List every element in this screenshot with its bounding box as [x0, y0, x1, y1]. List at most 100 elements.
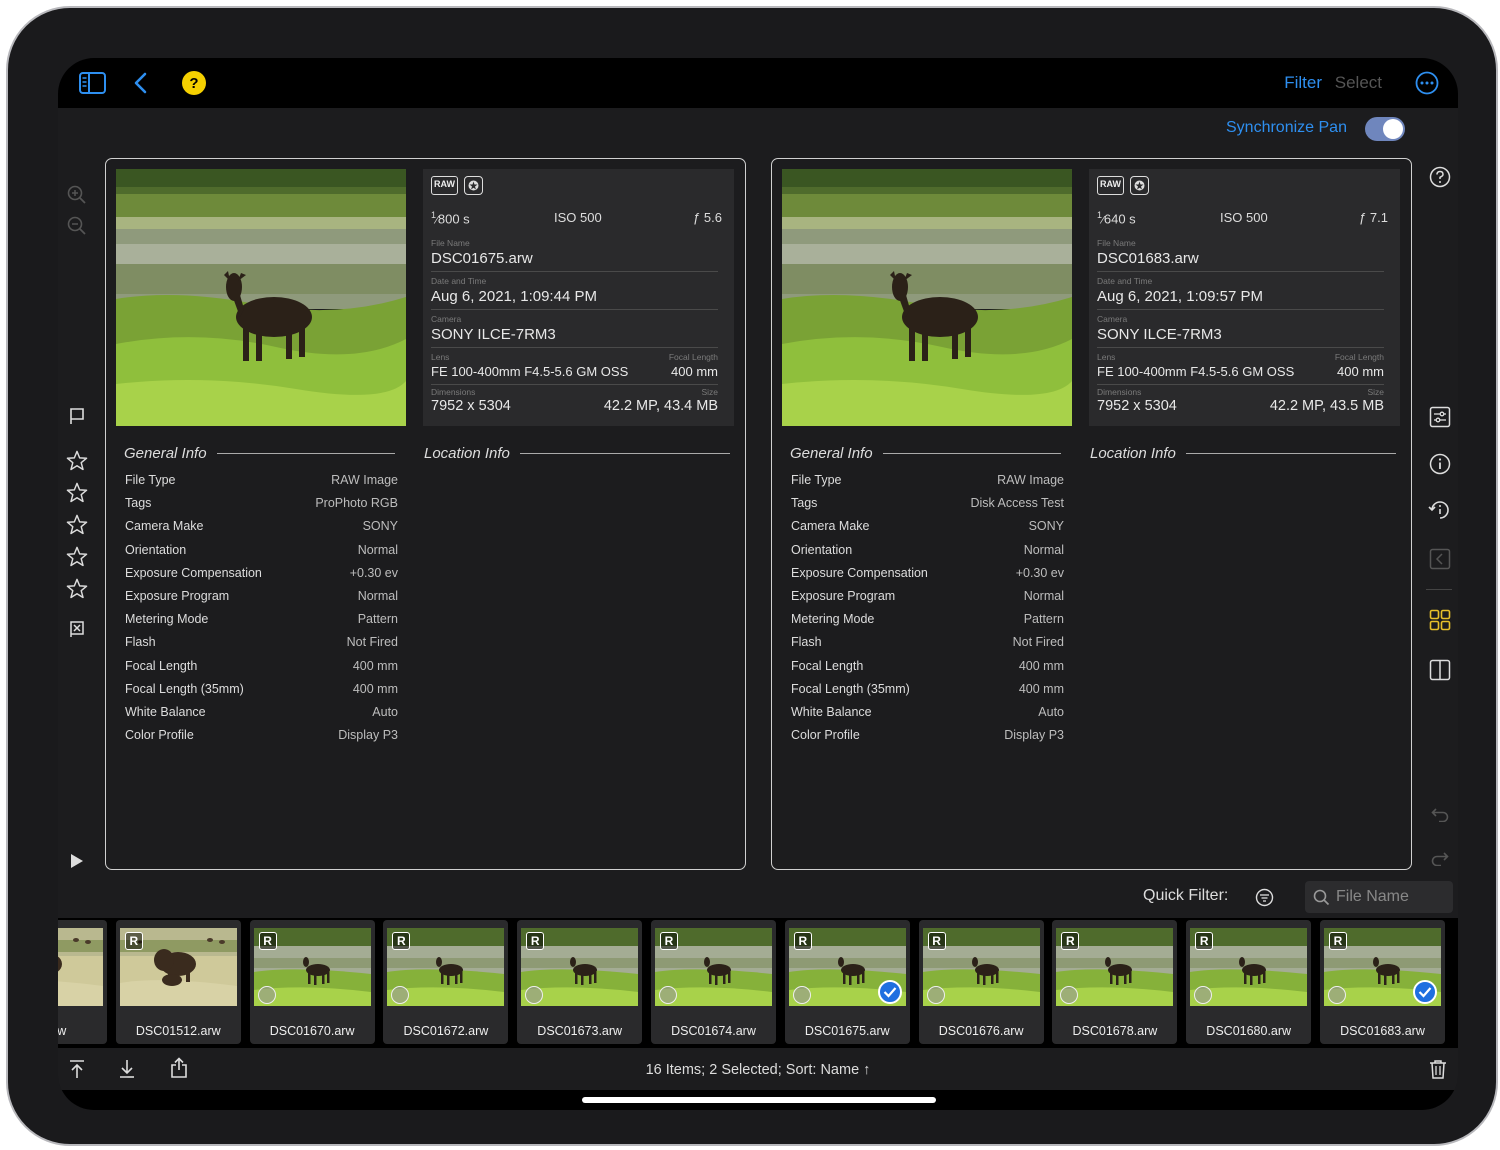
compare-icon[interactable]: [1428, 658, 1452, 682]
adjustments-icon[interactable]: [1428, 405, 1452, 429]
star-icon[interactable]: [65, 577, 89, 599]
zoom-in-icon[interactable]: [66, 184, 88, 206]
thumbnail-name: DSC01672.arw: [403, 1024, 489, 1038]
thumbnail-cell[interactable]: 511.arw: [58, 920, 107, 1044]
thumbnail-image: R: [253, 928, 371, 1006]
info-value: Normal: [357, 542, 398, 557]
thumbnail-cell[interactable]: R DSC01673.arw: [517, 920, 643, 1044]
search-icon: [1313, 889, 1330, 905]
metadata-icon[interactable]: [1426, 498, 1454, 522]
info-key: Focal Length (35mm): [791, 681, 910, 696]
info-value: +0.30 ev: [1015, 565, 1064, 580]
photo-preview[interactable]: [116, 169, 406, 426]
star-icon[interactable]: [65, 513, 89, 535]
photo-preview[interactable]: [782, 169, 1072, 426]
checkmark-icon[interactable]: [1413, 980, 1437, 1004]
more-icon[interactable]: [1415, 71, 1439, 95]
compare-panel-right: RAW 1⁄640 s ISO 500 ƒ 7.1 File Name DSC0…: [771, 158, 1412, 870]
help-icon[interactable]: ?: [182, 71, 206, 95]
info-row: File Type RAW Image: [791, 473, 1064, 496]
selection-circle[interactable]: [926, 986, 945, 1004]
grid-icon[interactable]: [1428, 608, 1452, 632]
undo-icon[interactable]: [1429, 804, 1451, 824]
location-info-header: Location Info: [1090, 445, 1396, 462]
synchronize-pan-toggle[interactable]: [1365, 117, 1405, 141]
thumbnail-cell[interactable]: R DSC01675.arw: [784, 920, 910, 1044]
flag-icon[interactable]: [67, 406, 87, 426]
thumbnail-image: R: [1056, 928, 1174, 1006]
star-icon[interactable]: [65, 449, 89, 471]
info-row: Metering Mode Pattern: [791, 612, 1064, 635]
location-info-header: Location Info: [424, 445, 730, 462]
sidebar-icon[interactable]: [78, 71, 106, 95]
back-chevron-icon[interactable]: [130, 71, 150, 95]
info-row: Color Profile Display P3: [791, 728, 1064, 751]
dimensions-value: 7952 x 5304: [1097, 398, 1177, 414]
info-value: 400 mm: [1018, 681, 1064, 696]
thumbnail-cell[interactable]: R DSC01670.arw: [249, 920, 375, 1044]
filmstrip: 511.arw R DSC01512.arw R DSC01670.arw R DSC…: [58, 918, 1458, 1048]
app-screen: ? Filter Select Synchronize Pan RAW 1⁄80…: [58, 58, 1458, 1110]
thumbnail-cell[interactable]: R DSC01676.arw: [918, 920, 1044, 1044]
field-label: Date and Time: [431, 276, 487, 286]
info-key: Focal Length: [125, 658, 198, 673]
star-icon[interactable]: [65, 545, 89, 567]
raw-letter-badge: R: [392, 932, 411, 950]
general-info-list: File Type RAW Image Tags ProPhoto RGB Camera…: [125, 473, 398, 751]
info-key: Color Profile: [791, 728, 860, 743]
synchronize-pan-label: Synchronize Pan: [1226, 119, 1347, 136]
info-key: Camera Make: [125, 519, 204, 534]
raw-letter-badge: R: [1061, 932, 1080, 950]
raw-letter-badge: R: [526, 932, 545, 950]
help-badge-text: ?: [189, 74, 199, 92]
info-key: Tags: [125, 496, 152, 511]
info-row: Focal Length 400 mm: [125, 659, 398, 682]
selection-circle[interactable]: [257, 986, 276, 1004]
right-toolbar: [1420, 108, 1458, 928]
size-value: 42.2 MP, 43.4 MB: [603, 398, 718, 414]
zoom-out-icon[interactable]: [66, 215, 88, 237]
raw-letter-badge: R: [124, 932, 143, 950]
thumbnail-name: DSC01678.arw: [1072, 1024, 1158, 1038]
thumbnail-cell[interactable]: R DSC01512.arw: [115, 920, 241, 1044]
selection-circle[interactable]: [659, 986, 677, 1004]
reject-icon[interactable]: [67, 619, 87, 639]
selection-circle[interactable]: [792, 986, 811, 1004]
thumbnail-name: DSC01680.arw: [1206, 1024, 1292, 1038]
info-row: Exposure Compensation +0.30 ev: [125, 566, 398, 589]
collapse-icon[interactable]: [1428, 547, 1452, 571]
thumbnail-cell[interactable]: R DSC01674.arw: [651, 920, 776, 1044]
home-indicator[interactable]: [582, 1097, 936, 1103]
thumbnail-cell[interactable]: R DSC01678.arw: [1052, 920, 1178, 1044]
redo-icon[interactable]: [1429, 848, 1451, 868]
star-icon[interactable]: [65, 481, 89, 503]
info-key: Metering Mode: [125, 612, 209, 627]
info-icon[interactable]: [1428, 452, 1452, 476]
question-icon[interactable]: [1428, 165, 1452, 189]
checkmark-icon[interactable]: [877, 980, 902, 1004]
selection-circle[interactable]: [1328, 986, 1346, 1004]
thumbnail-name: DSC01675.arw: [804, 1024, 890, 1038]
info-key: Exposure Compensation: [125, 565, 262, 580]
thumbnail-cell[interactable]: R DSC01683.arw: [1320, 920, 1445, 1044]
file-name-search-field[interactable]: File Name: [1305, 881, 1453, 913]
thumbnail-cell[interactable]: R DSC01680.arw: [1186, 920, 1312, 1044]
info-value: Not Fired: [1012, 635, 1064, 650]
section-divider: [216, 453, 395, 454]
select-button[interactable]: Select: [1335, 73, 1382, 92]
thumbnail-cell[interactable]: R DSC01672.arw: [383, 920, 509, 1044]
camera-value: SONY ILCE-7RM3: [1097, 326, 1384, 348]
info-row: Focal Length (35mm) 400 mm: [125, 682, 398, 705]
field-label: Focal Length: [668, 352, 718, 362]
filter-button[interactable]: Filter: [1284, 73, 1322, 92]
raw-letter-badge: R: [258, 932, 277, 950]
filter-options-icon[interactable]: [1254, 887, 1274, 907]
trash-icon[interactable]: [1427, 1058, 1449, 1080]
play-icon[interactable]: [68, 852, 86, 870]
info-key: File Type: [791, 473, 842, 487]
info-row: Orientation Normal: [791, 543, 1064, 566]
aperture-badge-icon: [464, 176, 483, 195]
info-key: File Type: [125, 473, 176, 487]
file-name-field: File Name DSC01683.arw: [1097, 238, 1384, 272]
info-value: Display P3: [338, 728, 398, 743]
